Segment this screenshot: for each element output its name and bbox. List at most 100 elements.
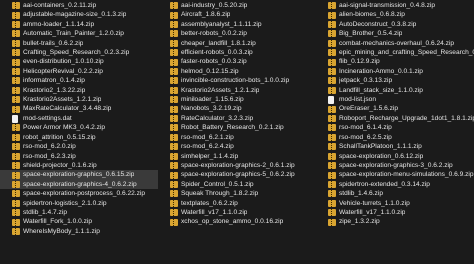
file-item[interactable]: space-exploration-graphics-2_0.6.1.zip (158, 161, 316, 170)
file-item[interactable]: helmod_0.12.15.zip (158, 67, 316, 76)
file-item[interactable]: stdlib_1.4.6.zip (316, 189, 474, 198)
file-item[interactable]: combat-mechanics-overhaul_0.6.24.zip (316, 39, 474, 48)
file-item[interactable]: xchos_op_stone_ammo_0.0.16.zip (158, 217, 316, 226)
file-item[interactable]: WhereIsMyBody_1.1.1.zip (0, 227, 158, 236)
file-name: better-robots_0.0.2.zip (181, 30, 247, 38)
file-name: assemblyanalyst_1.1.11.zip (181, 20, 262, 28)
file-item[interactable]: space-exploration-menu-simulations_0.6.9… (316, 170, 474, 179)
file-item[interactable]: rso-mod_6.2.3.zip (0, 152, 158, 161)
zip-icon (328, 49, 336, 57)
file-item[interactable]: aai-industry_0.5.20.zip (158, 1, 316, 10)
file-item[interactable]: Squeak Through_1.8.2.zip (158, 189, 316, 198)
file-column-3: aai-signal-transmission_0.4.8.zip alien-b… (316, 1, 474, 227)
file-item[interactable]: Vehicle-turrets_1.1.0.zip (316, 199, 474, 208)
file-item[interactable]: ammo-loader_1.1.14.zip (0, 20, 158, 29)
file-item[interactable]: Spider_Control_0.5.1.zip (158, 180, 316, 189)
zip-icon (12, 180, 20, 188)
file-name: rso-mod_6.2.4.zip (181, 143, 234, 151)
file-item[interactable]: AutoDeconstruct_0.3.8.zip (316, 20, 474, 29)
file-item[interactable]: aai-containers_0.2.11.zip (0, 1, 158, 10)
file-item[interactable]: rso-mod_6.2.0.zip (0, 142, 158, 151)
file-item[interactable]: epic_mining_and_crafting_Speed_Research_… (316, 48, 474, 57)
file-item[interactable]: Landfill_stack_size_1.1.0.zip (316, 86, 474, 95)
zip-icon (12, 171, 20, 179)
file-item[interactable]: even-distribution_1.0.10.zip (0, 57, 158, 66)
zip-icon (170, 86, 178, 94)
zip-icon (328, 162, 336, 170)
file-name: Automatic_Train_Painter_1.2.0.zip (23, 30, 124, 38)
file-item[interactable]: space-exploration_0.6.12.zip (316, 152, 474, 161)
file-item[interactable]: space-exploration-graphics_0.6.15.zip (0, 170, 158, 180)
zip-icon (12, 227, 20, 235)
file-item[interactable]: faster-robots_0.0.3.zip (158, 57, 316, 66)
file-item[interactable]: spidertron-logistics_2.1.0.zip (0, 199, 158, 208)
file-item[interactable]: HelicopterRevival_0.2.2.zip (0, 67, 158, 76)
zip-icon (170, 2, 178, 10)
zip-icon (12, 58, 20, 66)
file-item[interactable]: MaxRateCalculator_3.4.48.zip (0, 104, 158, 113)
file-item[interactable]: miniloader_1.15.6.zip (158, 95, 316, 104)
zip-icon (12, 209, 20, 217)
file-item[interactable]: SchallTankPlatoon_1.1.1.zip (316, 142, 474, 151)
file-item[interactable]: mod-list.json (316, 95, 474, 104)
file-item[interactable]: Waterfill_Fork_1.0.0.zip (0, 217, 158, 226)
file-item[interactable]: zipe_1.3.2.zip (316, 217, 474, 226)
file-item[interactable]: invincible-construction-bots_1.0.0.zip (158, 76, 316, 85)
file-item[interactable]: informatron_0.1.4.zip (0, 76, 158, 85)
file-item[interactable]: better-robots_0.0.2.zip (158, 29, 316, 38)
file-item[interactable]: stdlib_1.4.7.zip (0, 208, 158, 217)
file-item[interactable]: Big_Brother_0.5.4.zip (316, 29, 474, 38)
file-name: Krastorio2_1.3.22.zip (23, 86, 86, 94)
file-item[interactable]: rso-mod_6.2.5.zip (316, 133, 474, 142)
zip-icon (170, 39, 178, 47)
file-item[interactable]: space-exploration-graphics-4_0.6.2.zip (0, 179, 158, 190)
file-name: AutoDeconstruct_0.3.8.zip (339, 20, 417, 28)
file-item[interactable]: jetpack_0.3.13.zip (316, 76, 474, 85)
file-item[interactable]: OreEraser_1.5.6.zip (316, 104, 474, 113)
file-item[interactable]: adjustable-magazine-size_0.1.3.zip (0, 10, 158, 19)
file-name: space-exploration-postprocess_0.6.22.zip (23, 190, 146, 198)
zip-icon (170, 77, 178, 85)
file-name: faster-robots_0.0.3.zip (181, 58, 247, 66)
file-item[interactable]: Automatic_Train_Painter_1.2.0.zip (0, 29, 158, 38)
file-item[interactable]: Incineration-Ammo_0.0.1.zip (316, 67, 474, 76)
file-item[interactable]: space-exploration-graphics-3_0.6.2.zip (316, 161, 474, 170)
file-name: Aircraft_1.8.6.zip (181, 11, 231, 19)
file-item[interactable]: flib_0.12.9.zip (316, 57, 474, 66)
file-item[interactable]: Power Armor MK3_0.4.2.zip (0, 123, 158, 132)
file-item[interactable]: space-exploration-graphics-5_0.6.2.zip (158, 170, 316, 179)
file-item[interactable]: efficient-robots_0.0.3.zip (158, 48, 316, 57)
file-item[interactable]: Nanobots_3.2.19.zip (158, 104, 316, 113)
file-item[interactable]: assemblyanalyst_1.1.11.zip (158, 20, 316, 29)
file-item[interactable]: rso-mod_6.2.4.zip (158, 142, 316, 151)
file-item[interactable]: aai-signal-transmission_0.4.8.zip (316, 1, 474, 10)
file-item[interactable]: rso-mod_6.1.4.zip (316, 123, 474, 132)
file-item[interactable]: Waterfill_v17_1.1.0.zip (158, 208, 316, 217)
file-item[interactable]: Krastorio2Assets_1.2.1.zip (0, 95, 158, 104)
file-item[interactable]: simhelper_1.1.4.zip (158, 152, 316, 161)
file-item[interactable]: textplates_0.6.2.zip (158, 199, 316, 208)
file-item[interactable]: Krastorio2Assets_1.2.1.zip (158, 86, 316, 95)
file-item[interactable]: space-exploration-postprocess_0.6.22.zip (0, 189, 158, 198)
file-item[interactable]: robot_attrition_0.5.15.zip (0, 133, 158, 142)
file-item[interactable]: Robot_Battery_Research_0.2.1.zip (158, 123, 316, 132)
file-item[interactable]: shield-projector_0.1.6.zip (0, 161, 158, 170)
file-item[interactable]: spidertron-extended_0.3.14.zip (316, 180, 474, 189)
file-name: aai-containers_0.2.11.zip (23, 2, 97, 9)
file-item[interactable]: Roboport_Recharge_Upgrade_1dot1_1.8.1.zi… (316, 114, 474, 123)
file-item[interactable]: bullet-trails_0.6.2.zip (0, 39, 158, 48)
file-name: ammo-loader_1.1.14.zip (23, 20, 95, 28)
file-name: rso-mod_6.2.5.zip (339, 133, 392, 141)
file-item[interactable]: mod-settings.dat (0, 114, 158, 123)
file-name: Power Armor MK3_0.4.2.zip (23, 124, 106, 132)
file-item[interactable]: alien-biomes_0.6.8.zip (316, 10, 474, 19)
file-item[interactable]: Waterfill_v17_1.1.0.zip (316, 208, 474, 217)
file-item[interactable]: Aircraft_1.8.6.zip (158, 10, 316, 19)
file-item[interactable]: Crafting_Speed_Research_0.2.3.zip (0, 48, 158, 57)
file-item[interactable]: RateCalculator_3.2.3.zip (158, 114, 316, 123)
file-item[interactable]: rso-mod_6.2.1.zip (158, 133, 316, 142)
zip-icon (170, 124, 178, 132)
file-item[interactable]: cheaper_landfill_1.8.1.zip (158, 39, 316, 48)
file-item[interactable]: Krastorio2_1.3.22.zip (0, 86, 158, 95)
file-name: Nanobots_3.2.19.zip (181, 105, 242, 113)
